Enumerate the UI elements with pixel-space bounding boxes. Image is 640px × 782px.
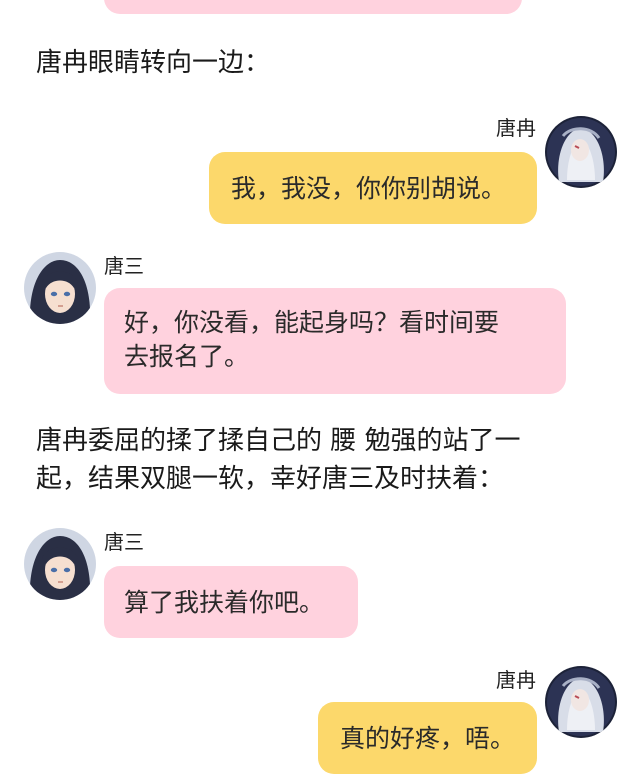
tang-ran-avatar-icon[interactable] — [545, 666, 617, 738]
narration-line: 起，结果双腿一软，幸好唐三及时扶着： — [36, 464, 505, 494]
chat-bubble-left: 好，你没看，能起身吗？看时间要 去报名了。 — [104, 288, 566, 394]
chat-bubble-line: 好，你没看，能起身吗？看时间要 — [124, 308, 500, 337]
sender-name-tang-ran: 唐冉 — [496, 116, 536, 140]
chat-bubble-right: 我，我没，你你别胡说。 — [209, 152, 537, 224]
tang-san-avatar-icon[interactable] — [24, 528, 96, 600]
sender-name-tang-san: 唐三 — [104, 254, 144, 278]
narration-text: 唐冉眼睛转向一边： — [36, 48, 271, 78]
sender-name-tang-san: 唐三 — [104, 530, 144, 554]
narration-text: 唐冉委屈的揉了揉自己的 腰 勉强的站了一 起，结果双腿一软，幸好唐三及时扶着： — [36, 422, 606, 498]
sender-name-tang-ran: 唐冉 — [496, 668, 536, 692]
previous-message-bubble — [104, 0, 522, 14]
chat-bubble-left: 算了我扶着你吧。 — [104, 566, 358, 638]
chat-bubble-right: 真的好疼，唔。 — [318, 702, 537, 774]
chat-bubble-line: 去报名了。 — [124, 342, 250, 371]
tang-ran-avatar-icon[interactable] — [545, 116, 617, 188]
narration-line: 唐冉委屈的揉了揉自己的 腰 勉强的站了一 — [36, 426, 521, 456]
tang-san-avatar-icon[interactable] — [24, 252, 96, 324]
